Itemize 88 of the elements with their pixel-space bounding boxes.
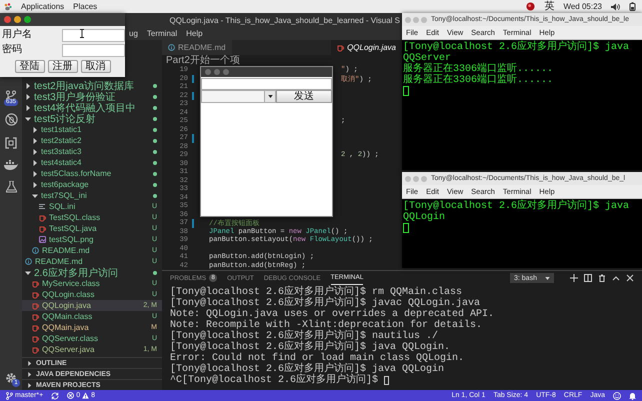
terminal-line: 服务器正在3306端口监听...... <box>403 75 554 86</box>
tree-item[interactable]: test5Class.forName <box>22 168 162 179</box>
input-field[interactable] <box>62 44 125 57</box>
cup-icon <box>32 312 39 320</box>
settings-icon[interactable] <box>5 372 17 384</box>
dialog-button[interactable]: 登陆 <box>14 60 44 73</box>
send-button[interactable]: 发送 <box>276 90 332 103</box>
editor-tab[interactable]: QQLogin.java <box>331 40 402 55</box>
tree-item[interactable]: test4static4 <box>22 157 162 168</box>
cup-icon <box>39 224 46 232</box>
input-field[interactable] <box>62 29 125 42</box>
editor-tab[interactable]: README.md <box>162 40 232 55</box>
terminal-line: [Tony@localhost 2.6应对多用户访问]$ nautilus ./ <box>170 331 438 342</box>
error-icon <box>67 392 74 399</box>
cup-icon <box>337 44 344 52</box>
battery-icon[interactable] <box>629 2 636 11</box>
no-bug-icon[interactable] <box>4 113 18 126</box>
chevron-icon <box>27 372 32 376</box>
bell-icon[interactable] <box>629 392 636 400</box>
trash-icon[interactable] <box>598 274 606 282</box>
image-icon <box>39 236 46 243</box>
branch-icon <box>6 392 13 400</box>
minimize-icon[interactable] <box>14 16 21 23</box>
cup-icon <box>32 324 39 332</box>
close-icon[interactable] <box>626 274 634 282</box>
tree-item[interactable]: 2.6应对多用户访问 <box>22 267 162 278</box>
terminal-line: 服务器正在3306端口监听...... <box>403 64 554 75</box>
terminal-line: ^C[Tony@localhost 2.6应对多用户访问]$ <box>170 375 378 386</box>
info-icon <box>25 258 32 265</box>
terminal-line: [Tony@localhost 2.6应对多用户访问]$ javac QQLogin.java <box>170 298 480 309</box>
info-icon <box>168 44 175 51</box>
message-field[interactable] <box>201 78 332 90</box>
dialog-button[interactable]: 取消 <box>80 60 110 73</box>
terminal-line: [Tony@localhost 2.6应对多用户访问]$ java QQLogin <box>170 364 444 375</box>
tree-item[interactable]: test2static2 <box>22 135 162 146</box>
split-icon[interactable] <box>584 274 592 282</box>
paw-icon[interactable] <box>4 2 12 10</box>
whale-icon[interactable] <box>4 160 18 170</box>
i-beam-pointer-icon <box>80 29 84 38</box>
chevron-icon <box>27 382 32 388</box>
breadcrumb[interactable]: Part2开始一个项 <box>166 55 240 66</box>
window-title: QQLogin.java - This_is_how_Java_should_be_learned - Visual S <box>169 16 400 24</box>
tree-item[interactable]: test6package <box>22 179 162 190</box>
terminal-line: Note: Recompile with -Xlint:deprecation for details. <box>170 320 482 331</box>
terminal-line: [Tony@localhost 2.6应对多用户访问]$ java QQLogin. <box>170 342 450 353</box>
caret-icon <box>545 276 550 280</box>
terminal-line: Error: Could not find or load main class QQLogin. <box>170 353 464 364</box>
clock[interactable]: Wed 05:23 <box>563 2 602 11</box>
tree-item[interactable]: test1static1 <box>22 124 162 135</box>
chevron-icon <box>27 360 32 366</box>
smiley-icon[interactable] <box>613 392 621 400</box>
plus-icon[interactable] <box>570 274 578 282</box>
branch-icon[interactable] <box>5 90 17 102</box>
tree-item[interactable]: test4将代码融入项目中 <box>22 102 162 113</box>
cup-icon <box>32 334 39 342</box>
cup-icon <box>32 346 39 354</box>
caret-icon <box>268 95 272 98</box>
chevron-up-icon[interactable] <box>612 274 620 282</box>
tree-item[interactable]: test2用java访问数据库 <box>22 80 162 91</box>
dialog-button[interactable]: 注册 <box>48 60 78 73</box>
cup-icon <box>32 290 39 298</box>
cup-icon <box>32 280 39 288</box>
tree-item[interactable]: test3用户身份验证 <box>22 91 162 102</box>
terminal-line: [Tony@localhost 2.6应对多用户访问]$ java QQLogin <box>403 201 630 223</box>
record-icon[interactable] <box>526 2 536 11</box>
flask-icon[interactable] <box>6 181 16 193</box>
tree-item[interactable]: test3static3 <box>22 146 162 157</box>
terminal-line: [Tony@localhost 2.6应对多用户访问]$ rm QQMain.class <box>170 287 462 298</box>
field-label: 用户名 <box>2 28 33 40</box>
cup-icon <box>32 302 39 310</box>
info-icon <box>32 247 39 254</box>
maximize-icon[interactable] <box>24 16 31 23</box>
field-label: 密码 <box>2 42 23 56</box>
input-method-indicator[interactable]: 英 <box>544 0 554 13</box>
terminal-line: [Tony@localhost 2.6应对多用户访问]$ java QQServer <box>403 42 630 64</box>
lines-icon <box>39 203 46 210</box>
tree-item[interactable]: test5讨论反射 <box>22 113 162 124</box>
bracket-square-icon[interactable] <box>5 137 17 149</box>
volume-icon[interactable] <box>611 2 620 10</box>
menu-item[interactable]: Terminal <box>146 29 178 38</box>
terminal-line: Note: QQLogin.java uses or overrides a deprecated API. <box>170 309 494 320</box>
menu-item[interactable]: ug <box>129 29 138 38</box>
menu-item[interactable]: Places <box>73 2 98 11</box>
menu-item[interactable]: Help <box>186 29 203 38</box>
menu-item[interactable]: Applications <box>21 2 64 11</box>
tree-item[interactable]: test7SQL_ini <box>22 190 162 201</box>
cup-icon <box>39 214 46 222</box>
sync-icon[interactable] <box>51 392 60 400</box>
